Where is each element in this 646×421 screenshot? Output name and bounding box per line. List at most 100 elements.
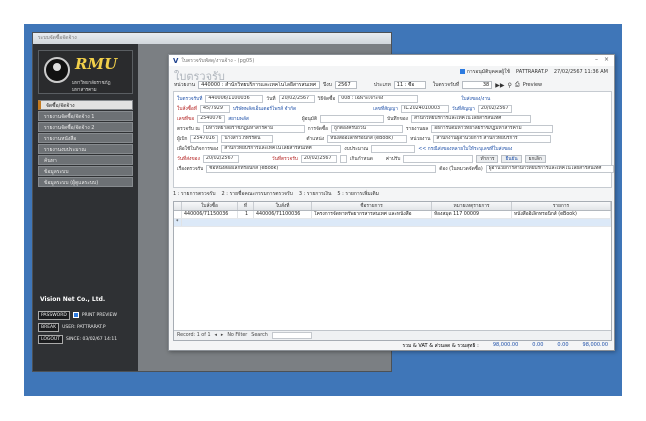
table-row[interactable]: 440006/71150036 1 440006/71100036 โครงกา… xyxy=(174,211,611,219)
user-approval-checkbox[interactable] xyxy=(459,69,465,74)
cell-item[interactable]: หนังสืออิเล็กทรอนิกส์ (eBook) xyxy=(512,211,611,218)
cell-po[interactable]: 440006/71150036 xyxy=(182,211,238,218)
record-label: บันทึกของ xyxy=(387,116,408,122)
main-window-title: ระบบจัดซื้อจัดจ้าง xyxy=(33,33,391,44)
contract-label: เลขที่สัญญา xyxy=(373,106,398,112)
status-row-password: PASSWORD PRINT PREVIEW xyxy=(38,310,117,320)
binoculars-icon[interactable]: ⚲ xyxy=(507,82,511,89)
close-icon[interactable]: × xyxy=(604,56,609,63)
receive-date-field[interactable]: 20/02/2567 xyxy=(300,154,337,163)
po-field[interactable]: 45/7929 xyxy=(199,104,230,113)
column-header[interactable]: ใบสั่งที่ xyxy=(254,202,312,210)
form-header: ใบตรวจรับ การอนุมัติบุคคลผู้ใช้ PATTRARA… xyxy=(169,66,614,83)
break-button[interactable]: BREAK xyxy=(38,322,60,332)
logout-button[interactable]: LOGOUT xyxy=(38,334,63,344)
row-selector[interactable] xyxy=(174,211,182,218)
menu-item-admin[interactable]: ข้อมูลระบบ (ผู้ดูแลระบบ) xyxy=(38,177,133,187)
menu-item-budget-report[interactable]: รายงานงบประมาณ xyxy=(38,144,133,154)
record-field[interactable]: สำนักวิทยบริการและเทคโนโลยีสารสนเทศ xyxy=(410,114,531,123)
preview-button[interactable]: Preview xyxy=(523,82,542,88)
menu-item-report-2[interactable]: รายงานจัดซื้อ/จัดจ้าง 2 xyxy=(38,122,133,132)
amount-field[interactable] xyxy=(371,144,416,153)
sidebar: RMU มหาวิทยาลัยราชภัฏมหาสารคาม จัดซื้อ/จ… xyxy=(33,44,138,371)
plan-label: ตรวจรับ ณ xyxy=(177,126,200,132)
column-header[interactable]: ใบสั่งซื้อ xyxy=(182,202,238,210)
doc-no-field[interactable]: 440006/1100036 xyxy=(205,94,264,103)
menu-item-book-report[interactable]: รายงานหนังสือ xyxy=(38,133,133,143)
procurement-field[interactable]: ถูกต้องครบถ้วน xyxy=(331,124,404,133)
approve-field[interactable] xyxy=(320,114,385,123)
req-no-field[interactable]: 2540076 xyxy=(197,114,226,123)
type-select[interactable]: 11 : ซื้อ xyxy=(393,81,426,89)
check-no-field[interactable]: 38 xyxy=(462,81,493,89)
column-header[interactable]: หมายเหตุรายการ xyxy=(432,202,512,210)
status-row-break: BREAK USER: PATTRARAT.P xyxy=(38,322,106,332)
menu-item-search[interactable]: ค้นหา xyxy=(38,155,133,165)
contract-date-field[interactable]: 20/02/2567 xyxy=(477,104,512,113)
print-preview-checkbox[interactable] xyxy=(72,312,79,318)
logo-emblem-icon xyxy=(44,57,70,83)
year-field[interactable]: 2567 xyxy=(334,81,357,89)
tab-receipt-items[interactable]: 1 : รายการตรวจรับ xyxy=(173,190,216,198)
plan-field[interactable]: มหาวิทยาลัยราชภัฏมหาสารคาม xyxy=(202,124,305,133)
purpose-field[interactable]: สำนักวิทยบริการและเทคโนโลยีสารสนเทศ xyxy=(221,144,342,153)
since-label: SINCE: 03/02/67 14:11 xyxy=(65,336,118,342)
report-field[interactable]: อธิการบดีมหาวิทยาลัยราชภัฏมหาสารคาม xyxy=(431,124,554,133)
no-filter-label[interactable]: No Filter xyxy=(227,333,247,338)
plan-row: ตรวจรับ ณ มหาวิทยาลัยราชภัฏมหาสารคาม การ… xyxy=(177,124,554,133)
new-row[interactable]: * xyxy=(174,219,611,227)
approve-label: ผู้อนุมัติ xyxy=(301,116,318,122)
buyer-name-field[interactable]: นางสาว ภัทรรัตน์ xyxy=(221,134,274,143)
column-header[interactable]: ชื่อรายการ xyxy=(312,202,432,210)
print-preview-label: PRINT PREVIEW xyxy=(81,312,117,318)
dept-field[interactable]: สำนักงานผู้อำนวยการ สำนักวิทยบริการ xyxy=(433,134,552,143)
column-header[interactable]: ที่ xyxy=(238,202,254,210)
cell-order[interactable]: 440006/71100036 xyxy=(254,211,312,218)
sent-date-field[interactable]: 20/02/2567 xyxy=(202,154,239,163)
form-window-title: ใบตรวจรับพัสดุ/งานจ้าง - (pg05) xyxy=(181,57,255,64)
menu-item-report-1[interactable]: รายงานจัดซื้อ/จัดจ้าง 1 xyxy=(38,111,133,121)
row-selector-header xyxy=(174,202,182,210)
menu-item-system[interactable]: ข้อมูลระบบ xyxy=(38,166,133,176)
date-field[interactable]: 20/02/2567 xyxy=(278,94,315,103)
buyer-no-field[interactable]: 2547016 xyxy=(190,134,219,143)
printer-icon[interactable]: ⎙ xyxy=(515,81,520,89)
minimize-icon[interactable]: – xyxy=(595,56,598,63)
total-vat: 0.00 xyxy=(532,342,544,348)
password-button[interactable]: PASSWORD xyxy=(38,310,70,320)
date-label: วันที่ xyxy=(266,96,276,102)
column-header[interactable]: รายการ xyxy=(512,202,611,210)
totals-row: รวม & VAT & ส่วนลด & รวมสุทธิ : 98,000.0… xyxy=(403,342,608,362)
remark-field[interactable]: ผู้อำนวยการสำนักวิทยบริการและเทคโนโลยีสา… xyxy=(485,164,614,173)
doc-no-label: ใบตรวจรับที่ xyxy=(177,96,203,102)
tab-payment[interactable]: 3 : รายการเงิน xyxy=(299,190,332,198)
cell-remark[interactable]: ห้องสมุด 117 00009 xyxy=(432,211,512,218)
position-field[interactable]: หนังสืออิเล็กทรอนิกส์ (eBook) xyxy=(327,134,408,143)
next-record-icon[interactable]: ▶▶ xyxy=(495,82,504,89)
cell-seq[interactable]: 1 xyxy=(238,211,254,218)
process-button[interactable]: ทำการ xyxy=(476,154,499,163)
search-label: Search xyxy=(251,333,268,338)
fine-field[interactable] xyxy=(403,154,474,163)
late-checkbox[interactable] xyxy=(339,154,347,163)
nav-first-icon[interactable]: ◂ xyxy=(215,333,217,338)
menu-item-purchase[interactable]: จัดซื้อ/จัดจ้าง xyxy=(38,100,133,110)
contract-field[interactable]: IL.2024010003 xyxy=(400,104,449,113)
totals-label: รวม & VAT & ส่วนลด & รวมสุทธิ : xyxy=(402,343,479,349)
tab-additional[interactable]: 5 : รายการเพิ่มเติม xyxy=(337,190,379,198)
tab-committee[interactable]: 2 : รายชื่อคณะกรรมการตรวจรับ xyxy=(222,190,293,198)
method-select[interactable]: 008 : เฉพาะเจาะจง xyxy=(338,94,419,103)
grid-header: ใบสั่งซื้อ ที่ ใบสั่งที่ ชื่อรายการ หมาย… xyxy=(174,202,611,211)
user-approval[interactable]: การอนุมัติบุคคลผู้ใช้ xyxy=(459,68,510,76)
record-counter: Record: 1 of 1 xyxy=(177,333,211,338)
cancel-button[interactable]: ยกเลิก xyxy=(524,154,546,163)
late-label: เกินกำหนด xyxy=(349,156,373,162)
cell-name[interactable]: โครงการจัดหาทรัพยากรสารสนเทศ และหนังสือ xyxy=(312,211,432,218)
receive-date-label: วันที่ตรวจรับ xyxy=(271,156,298,162)
agency-select[interactable]: 440000 : สำนักวิทยบริการและเทคโนโลยีสารส… xyxy=(198,81,321,89)
search-input[interactable] xyxy=(271,332,312,339)
check-no-label: ใบตรวจรับที่ xyxy=(432,82,460,88)
note-field[interactable]: ซื้อหนังสืออิเล็กทรอนิกส์ (eBook) xyxy=(206,164,437,173)
nav-next-icon[interactable]: ▸ xyxy=(221,333,223,338)
confirm-button[interactable]: ยืนยัน xyxy=(501,154,522,163)
